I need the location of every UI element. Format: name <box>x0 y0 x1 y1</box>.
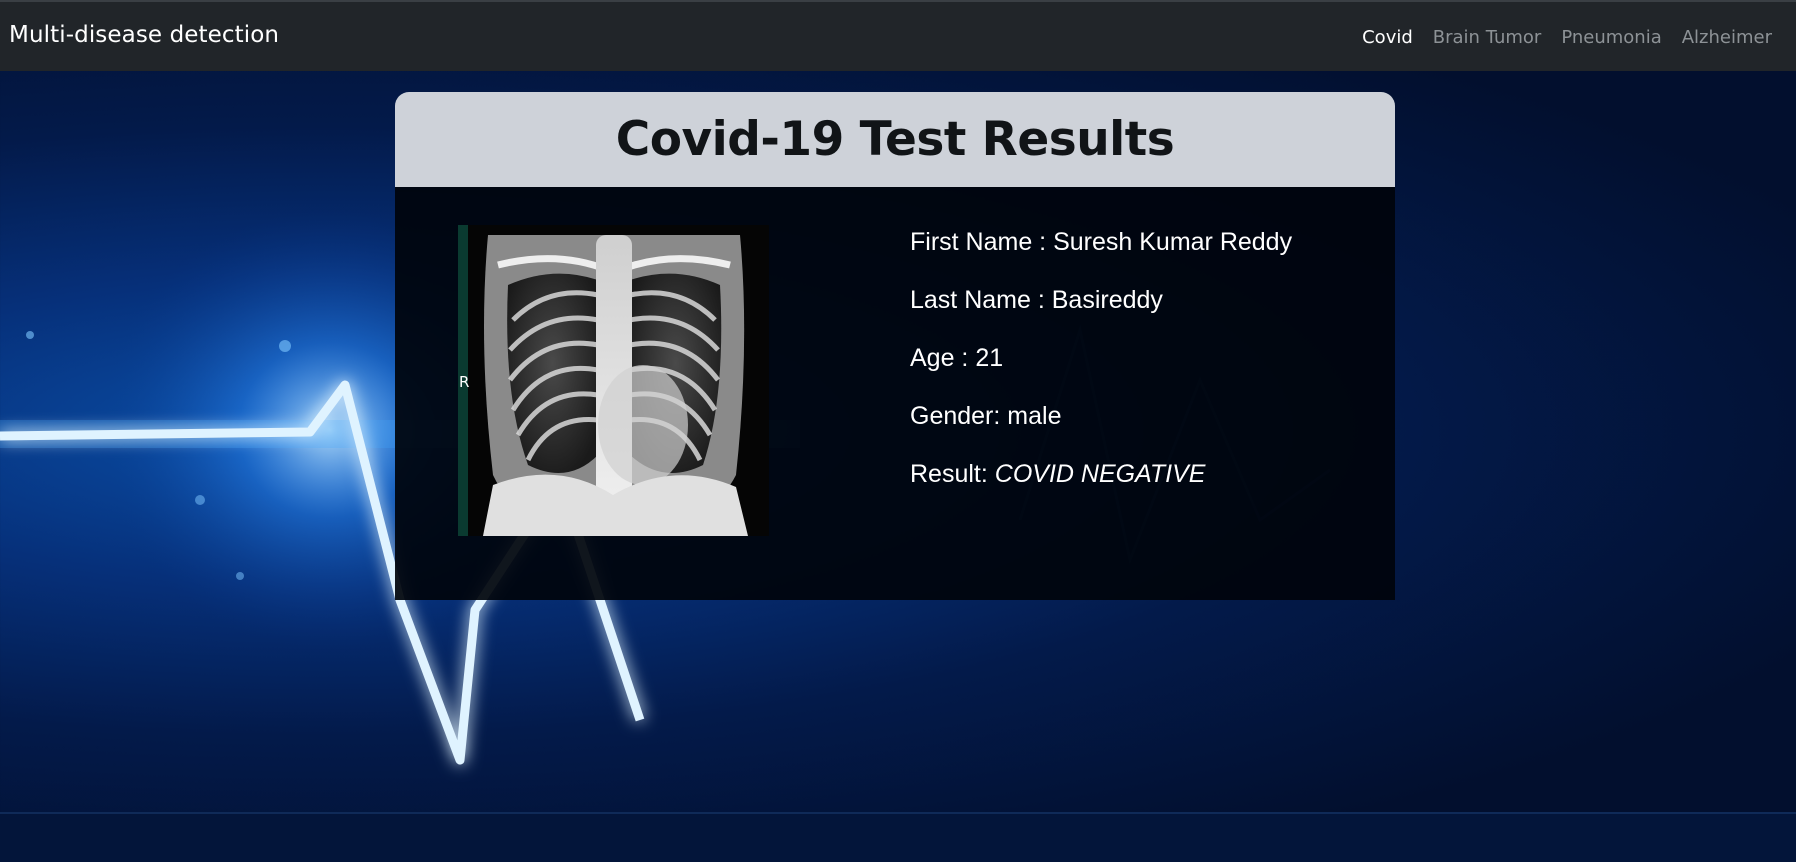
page-title: Covid-19 Test Results <box>615 112 1175 167</box>
results-card: Covid-19 Test Results R First Name: Sur… <box>395 92 1395 600</box>
last-name-row: Last Name : Basireddy <box>910 285 1292 343</box>
footer-strip <box>0 812 1796 862</box>
age-value: 21 <box>975 344 1004 372</box>
navbar: Multi-disease detection Covid Brain Tumo… <box>0 0 1796 71</box>
nav-link-pneumonia[interactable]: Pneumonia <box>1561 27 1661 48</box>
result-value: COVID NEGATIVE <box>994 460 1206 488</box>
first-name-row: First Name : Suresh Kumar Reddy <box>910 227 1292 285</box>
last-name-value: Basireddy <box>1051 286 1163 314</box>
first-name-value: Suresh Kumar Reddy <box>1053 228 1293 256</box>
card-header: Covid-19 Test Results <box>395 92 1395 187</box>
gender-value: male <box>1007 402 1062 430</box>
xray-marker-label: R <box>459 373 469 391</box>
result-row: Result: COVID NEGATIVE <box>910 459 1292 517</box>
age-row: Age : 21 <box>910 343 1292 401</box>
result-label: Result: <box>910 460 995 488</box>
nav-link-brain-tumor[interactable]: Brain Tumor <box>1433 27 1542 48</box>
last-name-label: Last Name : <box>910 286 1052 314</box>
nav-link-covid[interactable]: Covid <box>1362 27 1413 48</box>
first-name-label: First Name : <box>910 228 1054 256</box>
nav-link-alzheimer[interactable]: Alzheimer <box>1682 27 1772 48</box>
age-label: Age : <box>910 344 976 372</box>
nav-links: Covid Brain Tumor Pneumonia Alzheimer <box>1362 27 1772 48</box>
patient-info: First Name : Suresh Kumar Reddy Last Nam… <box>910 227 1292 517</box>
gender-label: Gender: <box>910 402 1008 430</box>
chest-xray-image: R <box>458 225 769 536</box>
gender-row: Gender: male <box>910 401 1292 459</box>
card-body: R First Name : Suresh Kumar Reddy Last N… <box>395 187 1395 600</box>
navbar-brand[interactable]: Multi-disease detection <box>9 22 279 48</box>
